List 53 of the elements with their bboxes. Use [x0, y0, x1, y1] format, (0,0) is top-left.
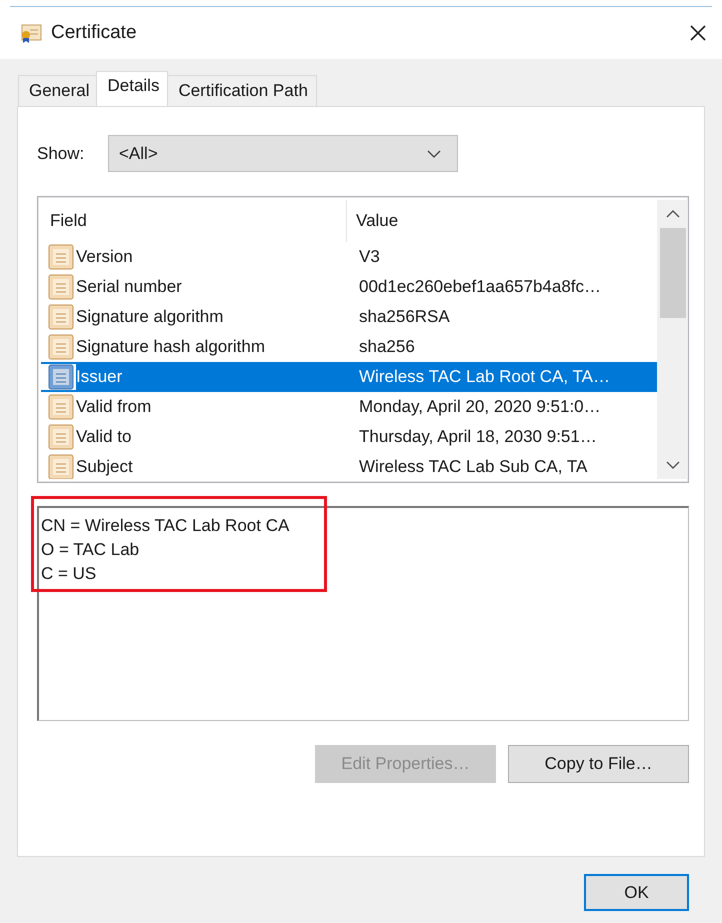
column-header[interactable]: Field: [41, 200, 347, 242]
field-name: Issuer: [76, 364, 348, 390]
scroll-down-icon: [666, 461, 680, 469]
list-row[interactable]: Subject Wireless TAC Lab Sub CA, TA: [41, 452, 657, 479]
document-icon: [48, 244, 74, 270]
ok-button[interactable]: OK: [584, 874, 689, 911]
list-row[interactable]: Serial number 00d1ec260ebef1aa657b4a8fc…: [41, 272, 657, 302]
certificate-icon: [20, 23, 42, 43]
document-icon: [48, 334, 74, 360]
detail-line: CN = Wireless TAC Lab Root CA: [41, 515, 290, 537]
list-row[interactable]: Version V3: [41, 242, 657, 272]
document-icon: [48, 364, 74, 390]
field-value: Thursday, April 18, 2030 9:51…: [358, 427, 597, 447]
scroll-up-icon: [666, 210, 680, 218]
field-value: V3: [358, 247, 380, 267]
field-name: Valid from: [76, 397, 152, 417]
tab[interactable]: General: [18, 75, 98, 106]
list-row[interactable]: Signature hash algorithm sha256: [41, 332, 657, 362]
field-name: Signature hash algorithm: [76, 337, 266, 357]
close-icon: [690, 25, 706, 41]
detail-line: O = TAC Lab: [41, 539, 140, 561]
scroll-thumb[interactable]: [660, 228, 686, 318]
field-name: Serial number: [76, 277, 182, 297]
field-name: Subject: [76, 457, 133, 477]
field-value: sha256: [358, 337, 415, 357]
detail-text-area[interactable]: CN = Wireless TAC Lab Root CA O = TAC Lab C = US: [37, 506, 689, 721]
document-icon: [48, 394, 74, 420]
document-icon: [48, 304, 74, 330]
list-row[interactable]: Signature algorithm sha256RSA: [41, 302, 657, 332]
list-row[interactable]: Valid from Monday, April 20, 2020 9:51:0…: [41, 392, 657, 422]
document-icon: [48, 454, 74, 479]
detail-line: C = US: [41, 563, 98, 585]
list-row[interactable]: Issuer Wireless TAC Lab Root CA, TA…: [41, 362, 657, 392]
list-row[interactable]: Valid to Thursday, April 18, 2030 9:51…: [41, 422, 657, 452]
document-icon: [48, 274, 74, 300]
field-value: sha256RSA: [358, 307, 450, 327]
show-label: Show:: [37, 144, 86, 164]
chevron-down-icon: [427, 150, 441, 158]
field-name: Signature algorithm: [76, 307, 224, 327]
document-icon: [48, 424, 74, 450]
tab[interactable]: Details: [96, 71, 168, 106]
field-name: Version: [76, 247, 133, 267]
column-header[interactable]: Value: [347, 200, 398, 242]
scrollbar[interactable]: [657, 200, 688, 479]
action-button[interactable]: Copy to File…: [508, 745, 689, 783]
field-value: Wireless TAC Lab Sub CA, TA: [358, 457, 588, 477]
field-value: Wireless TAC Lab Root CA, TA…: [358, 367, 610, 387]
window-title: Certificate: [51, 22, 138, 44]
field-name: Valid to: [76, 427, 132, 447]
show-dropdown[interactable]: <All>: [108, 135, 458, 172]
field-value: 00d1ec260ebef1aa657b4a8fc…: [358, 277, 601, 297]
field-value: Monday, April 20, 2020 9:51:0…: [358, 397, 601, 417]
tab[interactable]: Certification Path: [167, 75, 317, 106]
